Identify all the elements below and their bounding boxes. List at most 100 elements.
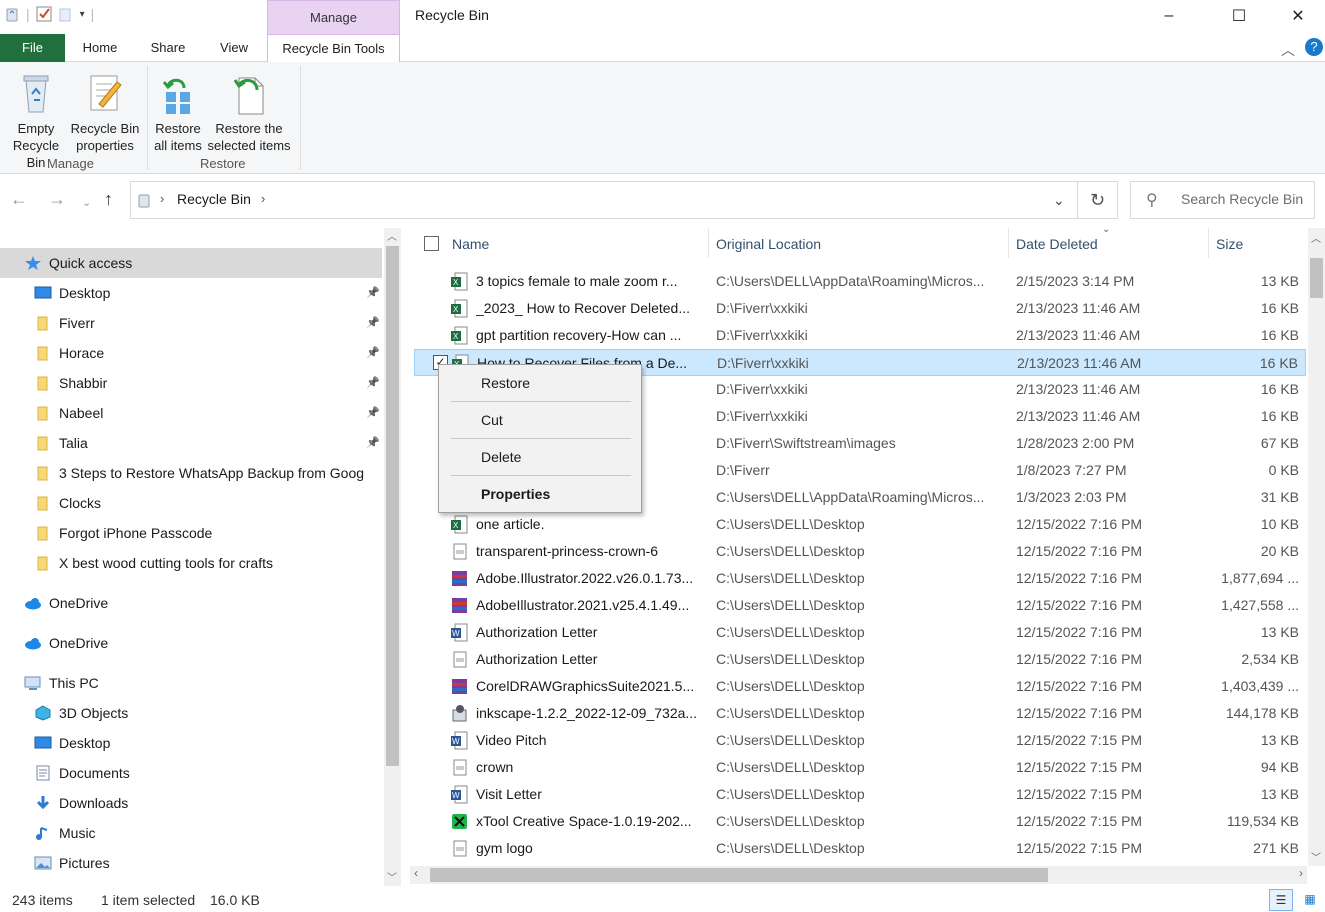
nav-item-shabbir[interactable]: Shabbir 📌	[0, 368, 382, 398]
horizontal-scroll-thumb[interactable]	[430, 868, 1048, 882]
nav-item-downloads[interactable]: Downloads	[0, 788, 382, 818]
breadcrumb-chevron-icon[interactable]: ›	[261, 191, 265, 206]
refresh-icon[interactable]: ↻	[1078, 181, 1118, 219]
file-location: D:\Fiverr\Swiftstream\images	[716, 435, 896, 451]
context-delete[interactable]: Delete	[481, 449, 521, 465]
column-header-location[interactable]: Original Location	[716, 236, 821, 252]
file-name: one article.	[476, 516, 545, 532]
restore-selected-items-button[interactable]: Restore the selected items	[206, 66, 292, 154]
tab-view[interactable]: View	[207, 34, 261, 62]
file-row[interactable]: X 3 topics female to male zoom r... C:\Use…	[414, 268, 1306, 295]
file-row[interactable]: Adobe.Illustrator.2022.v26.0.1.73... C:\U…	[414, 565, 1306, 592]
nav-item-label: Documents	[59, 765, 130, 781]
nav-item-forgot-iphone-passcode[interactable]: Forgot iPhone Passcode	[0, 518, 382, 548]
nav-item-pictures[interactable]: Pictures	[0, 848, 382, 878]
file-list-horizontal-scrollbar[interactable]: ‹ ›	[410, 866, 1307, 884]
file-scroll-thumb[interactable]	[1310, 258, 1323, 298]
column-divider[interactable]	[708, 228, 709, 258]
help-icon[interactable]: ?	[1305, 38, 1323, 56]
file-row[interactable]: W Authorization Letter C:\Users\DELL\Deskt…	[414, 619, 1306, 646]
nav-item-x-best-wood-cutting-tools-for-crafts[interactable]: X best wood cutting tools for crafts	[0, 548, 382, 578]
nav-item-3-steps-to-restore-whatsapp-backup-from-goog[interactable]: 3 Steps to Restore WhatsApp Backup from …	[0, 458, 382, 488]
file-row[interactable]: W Visit Letter C:\Users\DELL\Desktop 12/15/…	[414, 781, 1306, 808]
file-date-deleted: 2/13/2023 11:46 AM	[1016, 300, 1141, 316]
file-list-scrollbar[interactable]: ︿ ﹀	[1308, 228, 1325, 866]
nav-item-onedrive[interactable]: OneDrive	[0, 588, 382, 618]
folder-icon	[34, 465, 52, 481]
qat-dropdown-icon[interactable]: ▾	[80, 9, 85, 20]
nav-item-desktop[interactable]: Desktop 📌	[0, 278, 382, 308]
close-button[interactable]: ✕	[1275, 0, 1321, 32]
recycle-bin-small-icon[interactable]	[4, 6, 20, 22]
file-row[interactable]: W Video Pitch C:\Users\DELL\Desktop 12/15/2…	[414, 727, 1306, 754]
file-row[interactable]: X _2023_ How to Recover Deleted... D:\Five…	[414, 295, 1306, 322]
pin-icon: 📌	[366, 287, 380, 299]
nav-item-music[interactable]: Music	[0, 818, 382, 848]
nav-item-desktop[interactable]: Desktop	[0, 728, 382, 758]
address-dropdown-icon[interactable]: ⌄	[1053, 192, 1065, 209]
new-folder-icon[interactable]	[58, 6, 74, 22]
file-row[interactable]: inkscape-1.2.2_2022-12-09_732a... C:\User…	[414, 700, 1306, 727]
file-size: 13 KB	[1260, 624, 1299, 640]
up-arrow-icon[interactable]: ↑	[104, 189, 113, 210]
nav-item-onedrive[interactable]: OneDrive	[0, 628, 382, 658]
file-row[interactable]: gym logo C:\Users\DELL\Desktop 12/15/2022 …	[414, 835, 1306, 862]
nav-scroll-thumb[interactable]	[386, 246, 399, 766]
manage-context-tab[interactable]: Manage	[267, 0, 400, 34]
nav-item-horace[interactable]: Horace 📌	[0, 338, 382, 368]
properties-check-icon[interactable]	[36, 6, 52, 22]
nav-item-this-pc[interactable]: This PC	[0, 668, 382, 698]
file-name: Visit Letter	[476, 786, 542, 802]
restore-all-items-button[interactable]: Restore all items	[150, 66, 206, 154]
nav-item-talia[interactable]: Talia 📌	[0, 428, 382, 458]
column-header-name[interactable]: Name	[452, 236, 489, 252]
address-bar[interactable]	[130, 181, 1078, 219]
file-row[interactable]: Authorization Letter C:\Users\DELL\Deskto…	[414, 646, 1306, 673]
details-view-icon[interactable]: ☰	[1269, 889, 1293, 911]
pin-icon: 📌	[366, 437, 380, 449]
minimize-button[interactable]: –	[1146, 0, 1192, 32]
context-properties[interactable]: Properties	[481, 486, 550, 502]
large-icons-view-icon[interactable]: ▦	[1299, 889, 1321, 911]
nav-pane-scrollbar[interactable]: ︿ ﹀	[384, 228, 401, 886]
file-row[interactable]: transparent-princess-crown-6 C:\Users\DEL…	[414, 538, 1306, 565]
column-divider[interactable]	[1208, 228, 1209, 258]
file-row[interactable]: Xgpt partition recovery-How can ... D:\Fi…	[414, 322, 1306, 349]
context-restore[interactable]: Restore	[481, 375, 530, 391]
file-row[interactable]: CorelDRAWGraphicsSuite2021.5... C:\Users\…	[414, 673, 1306, 700]
nav-item-clocks[interactable]: Clocks	[0, 488, 382, 518]
maximize-button[interactable]: ☐	[1216, 0, 1262, 32]
nav-item-fiverr[interactable]: Fiverr 📌	[0, 308, 382, 338]
select-all-checkbox[interactable]	[424, 236, 439, 251]
breadcrumb-recycle-bin[interactable]: Recycle Bin	[177, 191, 251, 207]
context-cut[interactable]: Cut	[481, 412, 503, 428]
column-header-date[interactable]: Date Deleted	[1016, 236, 1098, 252]
excel-file-icon: X	[451, 272, 468, 291]
recycle-bin-properties-button[interactable]: Recycle Bin properties	[70, 66, 140, 154]
nav-item-3d-objects[interactable]: 3D Objects	[0, 698, 382, 728]
back-arrow-icon[interactable]: ←	[10, 189, 28, 210]
recent-locations-chevron-icon[interactable]: ⌄	[82, 196, 91, 209]
forward-arrow-icon[interactable]: →	[48, 189, 66, 210]
column-header-size[interactable]: Size	[1216, 236, 1243, 252]
nav-item-nabeel[interactable]: Nabeel 📌	[0, 398, 382, 428]
file-size: 1,877,694 ...	[1221, 570, 1299, 586]
file-row[interactable]: xTool Creative Space-1.0.19-202... C:\Use…	[414, 808, 1306, 835]
collapse-ribbon-icon[interactable]: ︿	[1281, 40, 1295, 60]
tab-file[interactable]: File	[0, 34, 65, 62]
tab-home[interactable]: Home	[72, 34, 128, 62]
file-name: Adobe.Illustrator.2022.v26.0.1.73...	[476, 570, 694, 586]
file-row[interactable]: Xone article. C:\Users\DELL\Desktop 12/15/…	[414, 511, 1306, 538]
nav-item-documents[interactable]: Documents	[0, 758, 382, 788]
column-divider[interactable]	[1008, 228, 1009, 258]
search-input[interactable]: Search Recycle Bin	[1181, 191, 1303, 207]
file-row[interactable]: AdobeIllustrator.2021.v25.4.1.49... C:\Us…	[414, 592, 1306, 619]
file-date-deleted: 1/28/2023 2:00 PM	[1016, 435, 1135, 451]
search-icon: ⚲	[1146, 192, 1158, 209]
music-icon	[34, 825, 52, 841]
nav-item-quick-access[interactable]: Quick access	[0, 248, 382, 278]
file-row[interactable]: crown C:\Users\DELL\Desktop 12/15/2022 7:1…	[414, 754, 1306, 781]
tab-recycle-bin-tools[interactable]: Recycle Bin Tools	[267, 34, 400, 63]
breadcrumb-chevron-icon[interactable]: ›	[160, 191, 164, 206]
tab-share[interactable]: Share	[140, 34, 196, 62]
